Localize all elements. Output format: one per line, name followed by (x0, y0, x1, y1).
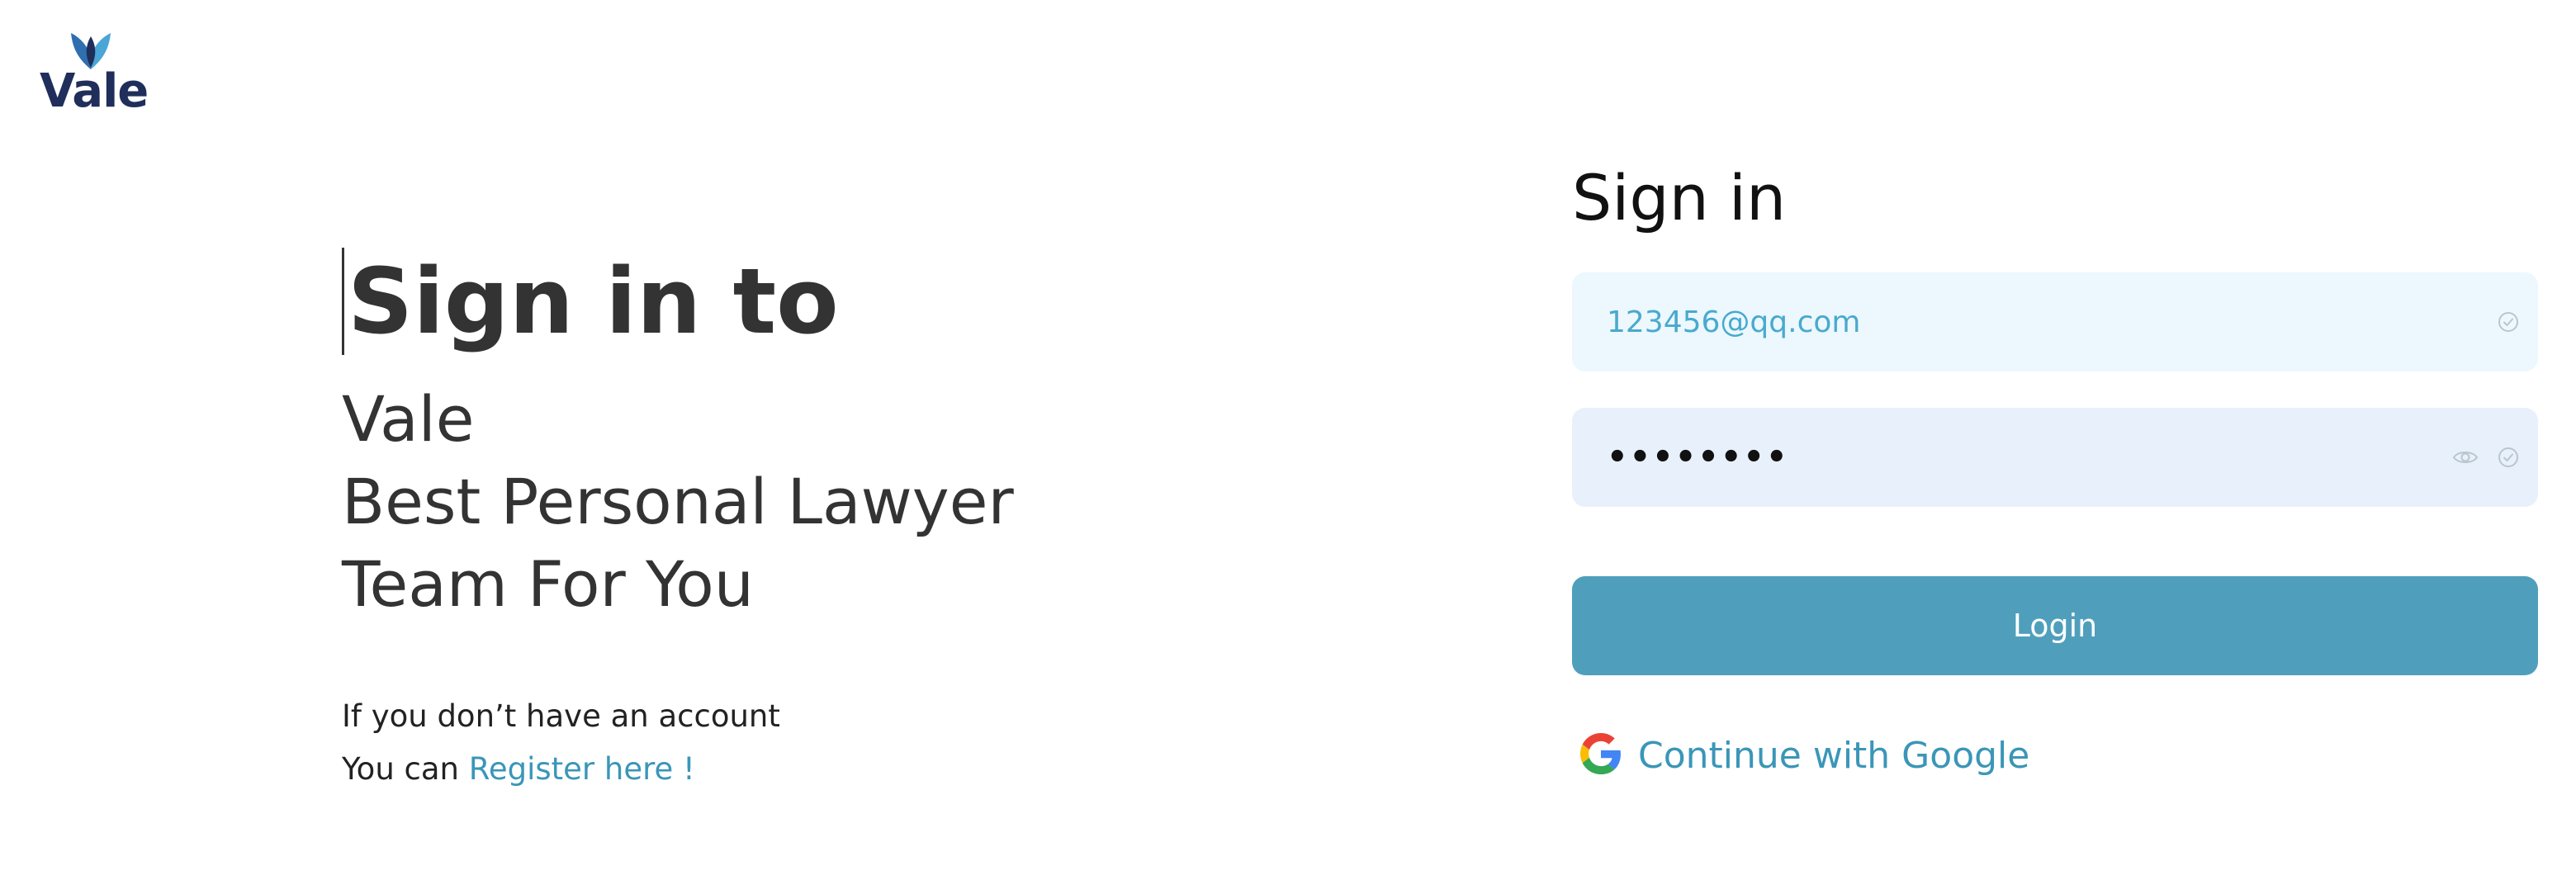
form-title: Sign in (1572, 161, 1787, 234)
brand-logo[interactable]: Vale (36, 28, 149, 119)
login-page: Vale Sign in to Vale Best Personal Lawye… (0, 0, 2576, 880)
google-sign-in-button[interactable]: Continue with Google (1580, 733, 2538, 778)
check-circle-icon (2497, 446, 2520, 469)
logo-text: Vale (40, 64, 149, 118)
hero-section: Sign in to Vale Best Personal Lawyer Tea… (342, 248, 1333, 796)
hero-line-brand: Vale (342, 382, 475, 456)
register-line: You can Register here ! (342, 743, 1333, 796)
google-icon (1580, 733, 1622, 778)
you-can-text: You can (342, 751, 460, 787)
email-field (1572, 272, 2538, 371)
register-prompt: If you don’t have an account You can Reg… (342, 690, 1333, 796)
google-sign-in-label: Continue with Google (1638, 735, 2030, 777)
hero-tagline: Vale Best Personal Lawyer Team For You (342, 378, 1333, 626)
check-circle-icon (2497, 310, 2520, 334)
email-input[interactable] (1572, 272, 2538, 371)
password-input[interactable] (1572, 408, 2538, 507)
password-field (1572, 408, 2538, 507)
register-link[interactable]: Register here ! (469, 751, 695, 787)
no-account-text: If you don’t have an account (342, 698, 780, 734)
hero-line-tagline-1: Best Personal Lawyer (342, 465, 1014, 538)
eye-icon[interactable] (2452, 447, 2479, 467)
login-button[interactable]: Login (1572, 576, 2538, 675)
sign-in-form: Sign in 123456@qq.com •••••••• Login Con… (1572, 157, 2538, 778)
hero-title: Sign in to (342, 248, 839, 355)
hero-line-tagline-2: Team For You (342, 547, 754, 621)
